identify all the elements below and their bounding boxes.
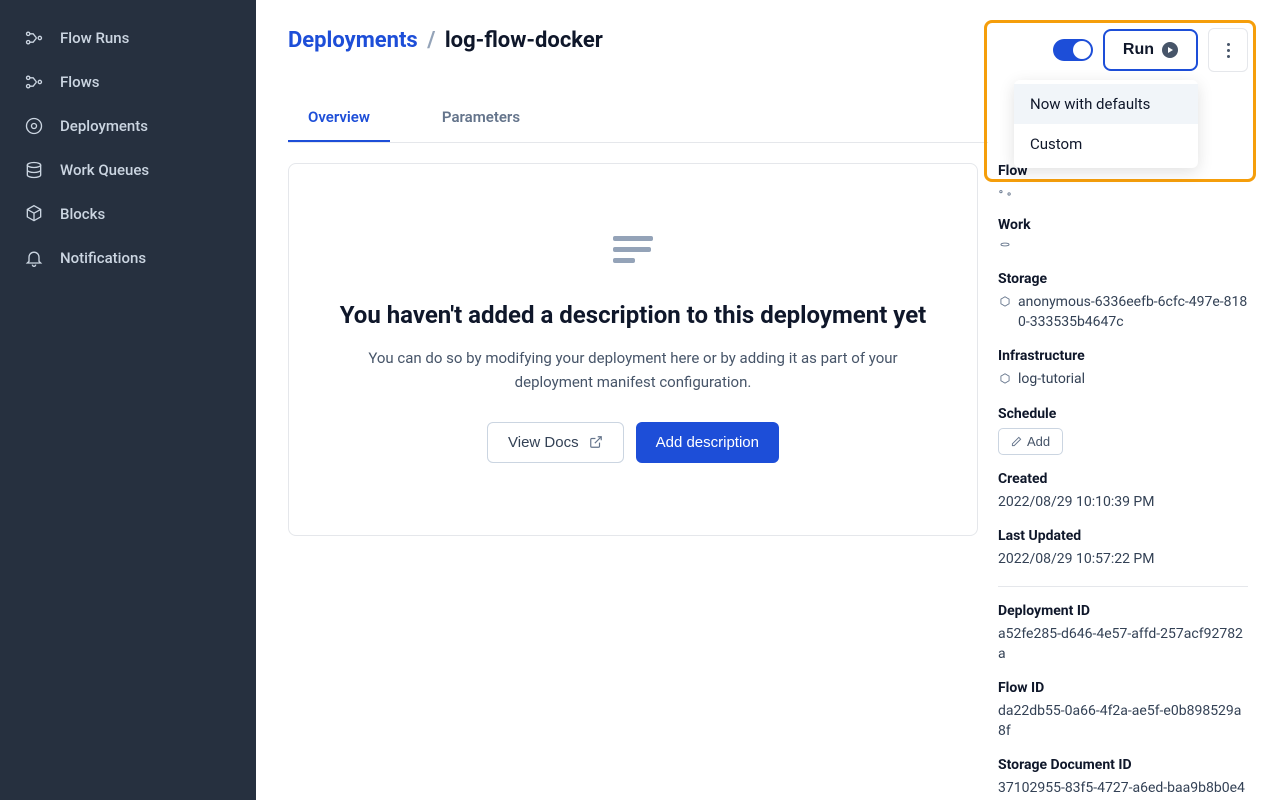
side-flow-id-label: Flow ID (998, 680, 1248, 696)
side-created-label: Created (998, 471, 1248, 487)
flows-icon (24, 72, 44, 92)
breadcrumb: Deployments / log-flow-docker (288, 28, 603, 53)
nav-label: Flow Runs (60, 29, 129, 47)
empty-icon (337, 236, 929, 263)
run-label: Run (1123, 41, 1154, 59)
nav-work-queues[interactable]: Work Queues (0, 148, 256, 192)
tabs: Overview Parameters (288, 96, 988, 143)
dropdown-now-defaults[interactable]: Now with defaults (1014, 84, 1198, 124)
side-infra-value: log-tutorial (1018, 370, 1085, 390)
nav-blocks[interactable]: Blocks (0, 192, 256, 236)
nav-flow-runs[interactable]: Flow Runs (0, 16, 256, 60)
deployments-icon (24, 116, 44, 136)
run-dropdown: Now with defaults Custom (1014, 80, 1198, 168)
play-icon (1162, 42, 1178, 58)
side-schedule-label: Schedule (998, 406, 1248, 422)
notifications-icon (24, 248, 44, 268)
side-deployment-id-label: Deployment ID (998, 603, 1248, 619)
flow-runs-icon (24, 28, 44, 48)
flow-icon (998, 187, 1012, 201)
nav-label: Flows (60, 73, 99, 91)
work-queues-icon (24, 160, 44, 180)
add-schedule-button[interactable]: Add (998, 428, 1063, 455)
side-infra-label: Infrastructure (998, 348, 1248, 364)
empty-subtitle: You can do so by modifying your deployme… (353, 347, 913, 394)
breadcrumb-current: log-flow-docker (445, 28, 603, 53)
main-content: Deployments / log-flow-docker Run Now wi… (256, 0, 1280, 800)
side-deployment-id-value: a52fe285-d646-4e57-affd-257acf92782a (998, 625, 1248, 664)
blocks-icon (24, 204, 44, 224)
pencil-icon (1011, 436, 1022, 447)
side-storage-doc-label: Storage Document ID (998, 757, 1248, 773)
cube-icon (998, 295, 1012, 309)
nav-deployments[interactable]: Deployments (0, 104, 256, 148)
external-link-icon (589, 435, 603, 449)
queue-icon (998, 241, 1012, 255)
side-flow-id-value: da22db55-0a66-4f2a-ae5f-e0b898529a8f (998, 702, 1248, 741)
nav-label: Notifications (60, 249, 146, 267)
run-button[interactable]: Run (1103, 29, 1198, 71)
side-work-label: Work (998, 217, 1248, 233)
nav-label: Work Queues (60, 161, 149, 179)
tab-parameters[interactable]: Parameters (422, 96, 540, 142)
enable-toggle[interactable] (1053, 39, 1093, 61)
more-menu-button[interactable] (1208, 28, 1248, 72)
cube-icon (998, 372, 1012, 386)
view-docs-button[interactable]: View Docs (487, 422, 624, 463)
empty-title: You haven't added a description to this … (337, 299, 929, 331)
sidebar: Flow Runs Flows Deployments Work Queues … (0, 0, 256, 800)
side-storage-doc-value: 37102955-83f5-4727-a6ed-baa9b8b0e424 (998, 779, 1248, 800)
side-updated-value: 2022/08/29 10:57:22 PM (998, 550, 1155, 570)
nav-label: Deployments (60, 117, 148, 135)
nav-flows[interactable]: Flows (0, 60, 256, 104)
side-created-value: 2022/08/29 10:10:39 PM (998, 493, 1155, 513)
side-storage-value: anonymous-6336eefb-6cfc-497e-8180-333535… (1018, 293, 1248, 332)
nav-label: Blocks (60, 205, 105, 223)
description-empty-state: You haven't added a description to this … (288, 163, 978, 536)
add-description-button[interactable]: Add description (636, 422, 779, 463)
nav-notifications[interactable]: Notifications (0, 236, 256, 280)
tab-overview[interactable]: Overview (288, 96, 390, 142)
dropdown-custom[interactable]: Custom (1014, 124, 1198, 164)
breadcrumb-parent[interactable]: Deployments (288, 28, 418, 53)
side-storage-label: Storage (998, 271, 1248, 287)
side-panel: Flow Work Storage anonymous-6336eefb-6cf… (998, 163, 1248, 800)
side-updated-label: Last Updated (998, 528, 1248, 544)
